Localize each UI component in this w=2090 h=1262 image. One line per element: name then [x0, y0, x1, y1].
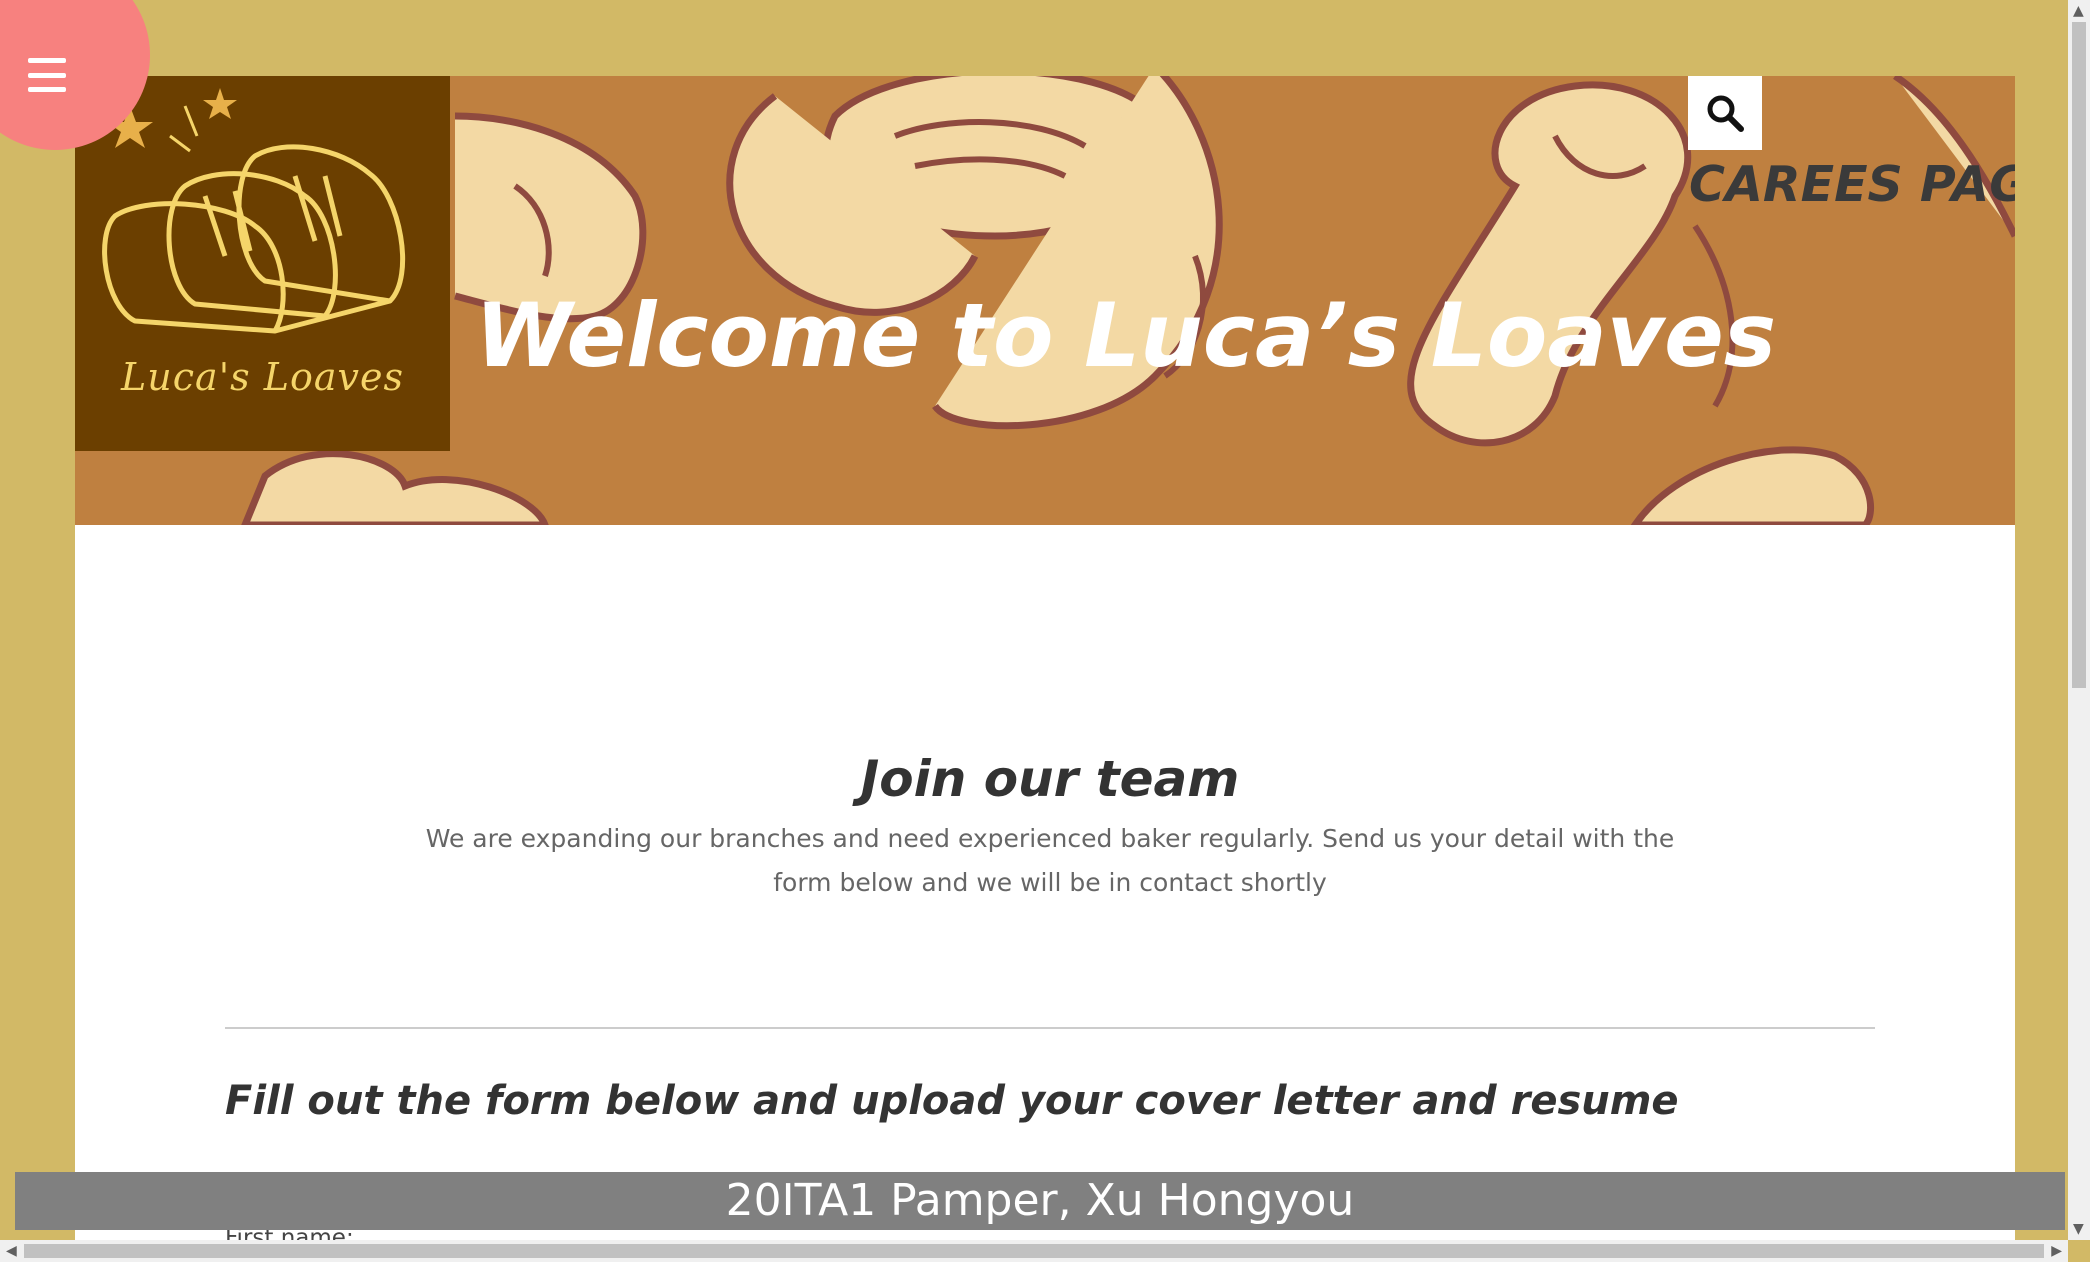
join-team-description: We are expanding our branches and need e…	[425, 824, 1675, 897]
search-button[interactable]	[1688, 76, 1762, 150]
hamburger-menu-icon[interactable]	[28, 58, 66, 92]
horizontal-scroll-thumb[interactable]	[24, 1244, 2044, 1258]
vertical-scroll-thumb[interactable]	[2072, 22, 2086, 688]
page-title: Welcome to Luca’s Loaves	[475, 284, 1777, 387]
footer-text: 20ITA1 Pamper, Xu Hongyou	[725, 1175, 1355, 1226]
vertical-scrollbar[interactable]: ▲ ▼	[2068, 0, 2090, 1240]
section-divider	[225, 1027, 1875, 1029]
logo[interactable]: Luca's Loaves	[75, 76, 450, 451]
page-section-label: CAREES PAGE	[1689, 156, 2015, 213]
logo-text: Luca's Loaves	[121, 355, 404, 399]
scroll-up-arrow-icon[interactable]: ▲	[2073, 0, 2084, 22]
footer-bar: 20ITA1 Pamper, Xu Hongyou	[15, 1172, 2065, 1230]
join-team-heading: Join our team	[860, 750, 1240, 808]
search-icon	[1707, 95, 1744, 132]
form-heading: Fill out the form below and upload your …	[225, 1078, 1679, 1124]
horizontal-scrollbar[interactable]: ◀ ▶	[0, 1240, 2068, 1262]
scroll-left-arrow-icon[interactable]: ◀	[6, 1240, 17, 1262]
page-frame: Luca's Loaves Welcome to Luca’s Loaves C…	[75, 76, 2015, 1241]
scroll-right-arrow-icon[interactable]: ▶	[2051, 1240, 2062, 1262]
scroll-down-arrow-icon[interactable]: ▼	[2073, 1218, 2084, 1240]
